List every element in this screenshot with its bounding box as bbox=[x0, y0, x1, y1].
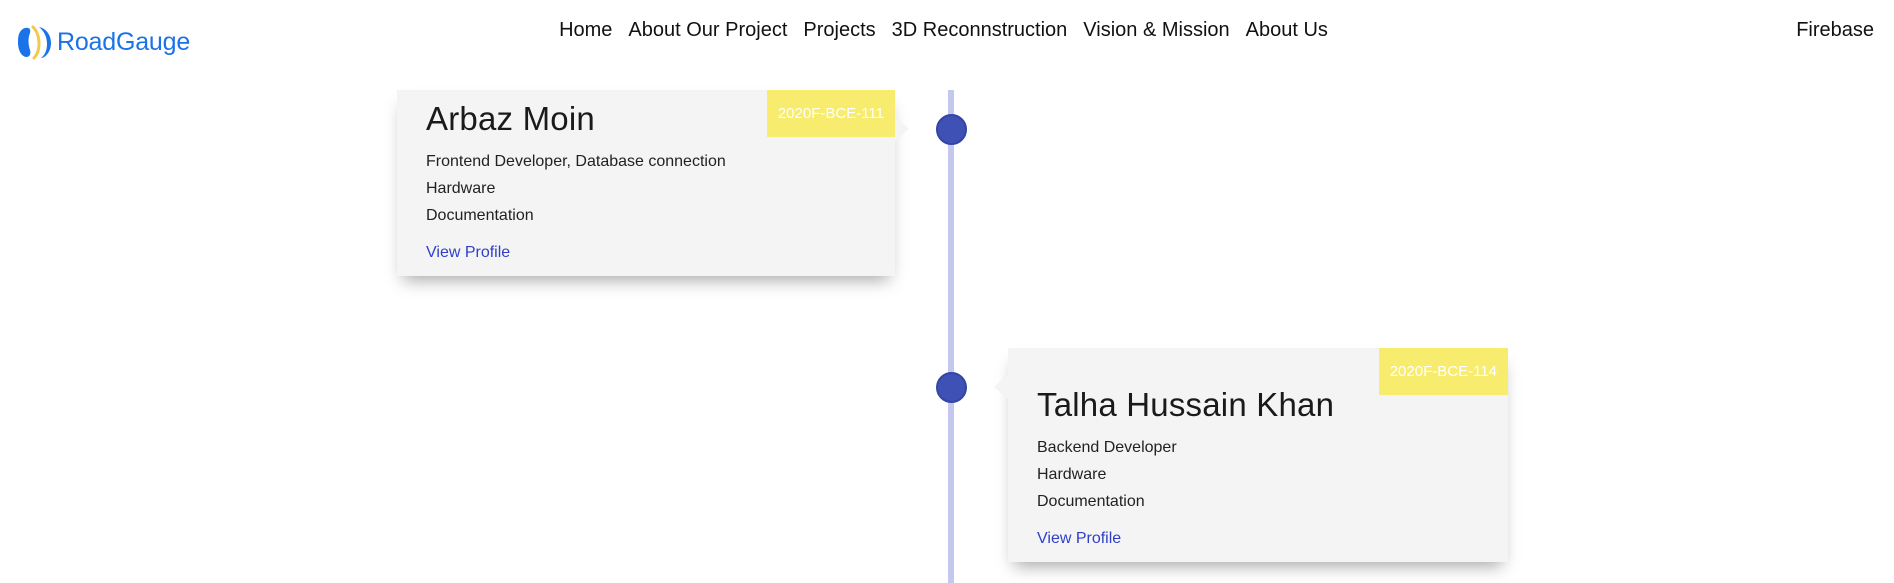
card-pointer bbox=[994, 375, 1008, 399]
member-id-badge: 2020F-BCE-111 bbox=[766, 90, 895, 137]
member-role: Documentation bbox=[426, 207, 534, 224]
nav-home[interactable]: Home bbox=[551, 19, 620, 42]
brand-name: RoadGauge bbox=[57, 27, 191, 56]
brand-logo[interactable]: RoadGauge bbox=[17, 24, 190, 60]
view-profile-link[interactable]: View Profile bbox=[426, 244, 510, 262]
road-gauge-logo-icon bbox=[18, 25, 51, 60]
member-name: Arbaz Moin bbox=[426, 100, 595, 137]
nav-about-project[interactable]: About Our Project bbox=[620, 19, 795, 42]
card-pointer bbox=[895, 117, 909, 141]
member-name: Talha Hussain Khan bbox=[1037, 386, 1335, 423]
member-role: Hardware bbox=[426, 180, 496, 197]
member-role: Frontend Developer, Database connection bbox=[426, 153, 726, 170]
timeline-line bbox=[948, 90, 954, 583]
timeline-dot bbox=[936, 372, 967, 403]
navbar: RoadGauge Home About Our Project Project… bbox=[0, 0, 1894, 70]
nav-3d-reconstruction[interactable]: 3D Reconnstruction bbox=[884, 19, 1076, 42]
member-role: Hardware bbox=[1037, 466, 1107, 483]
main-nav: Home About Our Project Projects 3D Recon… bbox=[0, 19, 1894, 42]
member-role: Backend Developer bbox=[1037, 439, 1177, 456]
nav-firebase[interactable]: Firebase bbox=[1796, 19, 1874, 42]
timeline-dot bbox=[936, 114, 967, 145]
member-id-badge: 2020F-BCE-114 bbox=[1378, 348, 1508, 395]
nav-vision-mission[interactable]: Vision & Mission bbox=[1075, 19, 1237, 42]
member-role: Documentation bbox=[1037, 493, 1145, 510]
member-card: 2020F-BCE-111 Arbaz Moin Frontend Develo… bbox=[397, 90, 895, 276]
member-roles: Backend Developer Hardware Documentation bbox=[1037, 434, 1177, 515]
member-roles: Frontend Developer, Database connection … bbox=[426, 148, 726, 229]
member-card: 2020F-BCE-114 Talha Hussain Khan Backend… bbox=[1008, 348, 1508, 562]
nav-projects[interactable]: Projects bbox=[795, 19, 883, 42]
view-profile-link[interactable]: View Profile bbox=[1037, 530, 1121, 548]
nav-about-us[interactable]: About Us bbox=[1238, 19, 1336, 42]
